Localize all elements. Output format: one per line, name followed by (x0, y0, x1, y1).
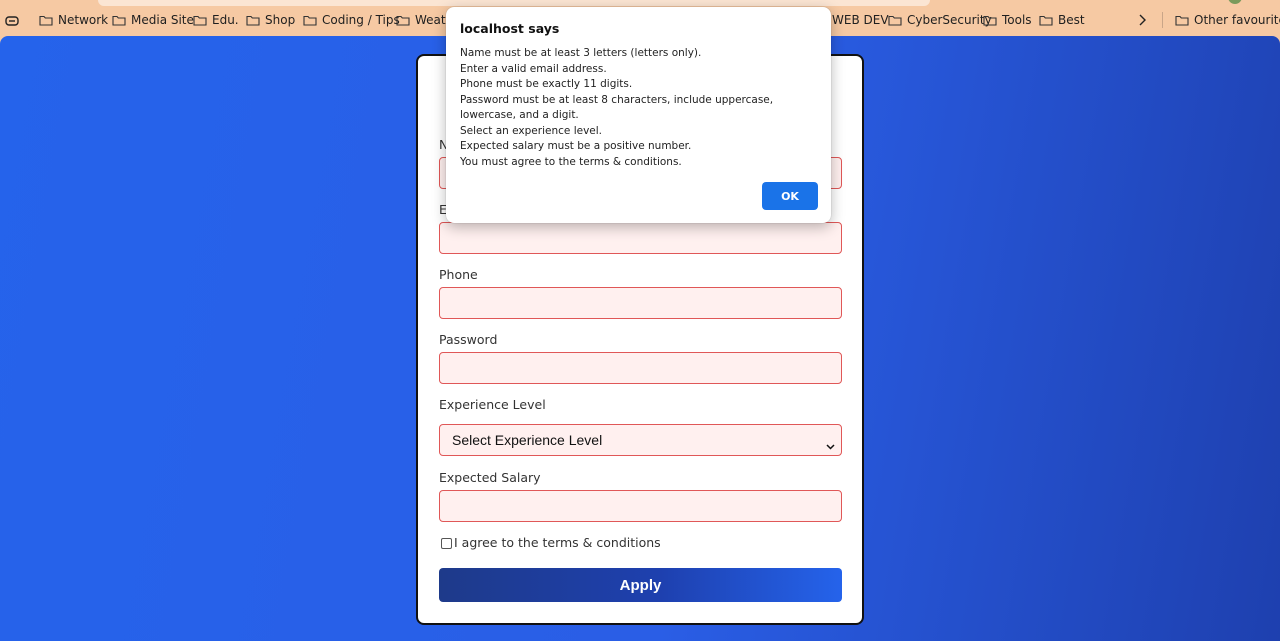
bookmark-weather[interactable]: Weath (396, 12, 453, 28)
alert-line: Name must be at least 3 letters (letters… (460, 47, 702, 59)
experience-label: Experience Level (439, 397, 546, 412)
folder-icon (1039, 15, 1053, 26)
profile-avatar[interactable] (1228, 0, 1242, 4)
alert-line: You must agree to the terms & conditions… (460, 155, 682, 168)
folder-icon (112, 15, 126, 26)
alert-line: Password must be at least 8 characters, … (460, 93, 774, 122)
folder-icon (983, 15, 997, 26)
bookmark-label: Best (1058, 13, 1085, 27)
bookmark-label: Shop (265, 13, 296, 27)
bookmark-label: CyberSecurity (907, 13, 992, 27)
chevron-right-icon[interactable] (1138, 14, 1146, 29)
bookmark-coding-tips[interactable]: Coding / Tips (303, 12, 400, 28)
alert-line: Enter a valid email address. (460, 62, 607, 75)
folder-icon (39, 15, 53, 26)
alert-message: Name must be at least 3 letters (letters… (460, 46, 820, 170)
folder-icon (1175, 15, 1189, 26)
bookmark-label: Tools (1002, 13, 1032, 27)
folder-icon (396, 15, 410, 26)
password-input[interactable] (439, 352, 842, 384)
bookmark-label: Media Site (131, 13, 194, 27)
bookmark-cybersecurity[interactable]: CyberSecurity (888, 12, 992, 28)
chevron-down-icon (826, 437, 835, 453)
experience-select-value: Select Experience Level (452, 432, 603, 448)
bookmark-label: Network (58, 13, 109, 27)
bookmark-best[interactable]: Best (1039, 12, 1085, 28)
apply-button[interactable]: Apply (439, 568, 842, 602)
phone-input[interactable] (439, 287, 842, 319)
salary-input[interactable] (439, 490, 842, 522)
folder-icon (246, 15, 260, 26)
bookmark-tools[interactable]: Tools (983, 12, 1032, 28)
bookmark-shop[interactable]: Shop (246, 12, 295, 28)
bookmark-web-dev[interactable]: WEB DEV (832, 12, 889, 28)
bookmark-label: WEB DEV (832, 13, 889, 27)
alert-title: localhost says (460, 21, 560, 36)
alert-line: Phone must be exactly 11 digits. (460, 78, 633, 90)
phone-label: Phone (439, 267, 478, 282)
bookmark-media-site[interactable]: Media Site (112, 12, 194, 28)
folder-icon (303, 15, 317, 26)
alert-line: Expected salary must be a positive numbe… (460, 140, 692, 152)
bookmark-label: Edu. (212, 13, 239, 27)
tab-actions-icon[interactable] (5, 15, 19, 29)
address-bar[interactable] (98, 0, 930, 6)
bookmark-other-favourites[interactable]: Other favourites (1175, 12, 1280, 28)
bookmark-edu[interactable]: Edu. (193, 12, 239, 28)
ok-button[interactable]: OK (762, 182, 818, 210)
agree-checkbox[interactable] (441, 538, 452, 549)
experience-select[interactable]: Select Experience Level (439, 424, 842, 456)
folder-icon (193, 15, 207, 26)
agree-row: I agree to the terms & conditions (441, 535, 661, 550)
password-label: Password (439, 332, 498, 347)
bookmarks-separator (1162, 12, 1163, 28)
folder-icon (888, 15, 902, 26)
bookmark-label: Coding / Tips (322, 13, 400, 27)
alert-dialog: localhost says Name must be at least 3 l… (446, 7, 831, 223)
alert-line: Select an experience level. (460, 124, 602, 137)
bookmark-network[interactable]: Network (39, 12, 108, 28)
agree-label: I agree to the terms & conditions (454, 535, 661, 550)
bookmark-label: Other favourites (1194, 13, 1280, 27)
email-input[interactable] (439, 222, 842, 254)
salary-label: Expected Salary (439, 470, 541, 485)
